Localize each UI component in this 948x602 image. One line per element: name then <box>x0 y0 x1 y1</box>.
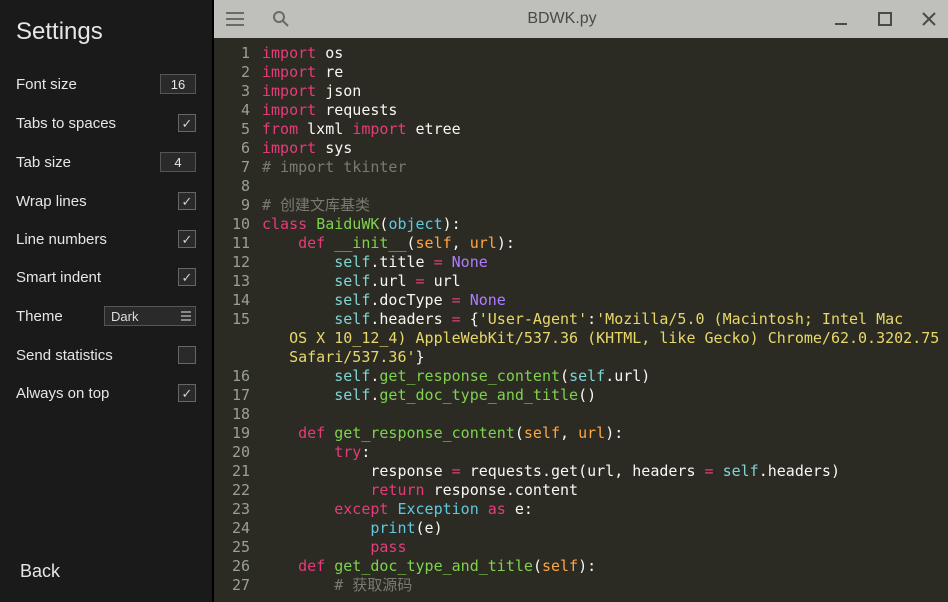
wrap-lines-checkbox[interactable] <box>178 192 196 210</box>
tabs-to-spaces-checkbox[interactable] <box>178 114 196 132</box>
code-content[interactable]: import osimport reimport jsonimport requ… <box>258 38 948 602</box>
search-icon[interactable] <box>272 10 290 28</box>
settings-sidebar: Settings Font size Tabs to spaces Tab si… <box>0 0 214 602</box>
maximize-icon[interactable] <box>878 12 892 26</box>
always-on-top-checkbox[interactable] <box>178 384 196 402</box>
filename-title: BDWK.py <box>290 10 834 28</box>
theme-select[interactable]: Dark <box>104 306 196 326</box>
font-size-input[interactable] <box>160 74 196 94</box>
theme-label: Theme <box>16 308 63 325</box>
tab-size-label: Tab size <box>16 154 71 171</box>
code-editor[interactable]: 123456789101112131415 161718192021222324… <box>214 38 948 602</box>
smart-indent-checkbox[interactable] <box>178 268 196 286</box>
line-numbers-checkbox[interactable] <box>178 230 196 248</box>
line-gutter: 123456789101112131415 161718192021222324… <box>214 38 258 602</box>
hamburger-icon[interactable] <box>226 12 244 26</box>
smart-indent-label: Smart indent <box>16 269 101 286</box>
titlebar: BDWK.py <box>214 0 948 38</box>
theme-value: Dark <box>111 309 138 324</box>
send-statistics-label: Send statistics <box>16 347 113 364</box>
minimize-icon[interactable] <box>834 12 848 26</box>
tab-size-input[interactable] <box>160 152 196 172</box>
back-button[interactable]: Back <box>20 561 60 582</box>
font-size-label: Font size <box>16 76 77 93</box>
menu-icon <box>181 311 191 321</box>
send-statistics-checkbox[interactable] <box>178 346 196 364</box>
always-on-top-label: Always on top <box>16 385 109 402</box>
tabs-to-spaces-label: Tabs to spaces <box>16 115 116 132</box>
main-area: BDWK.py 123456789101112131415 1617181920… <box>214 0 948 602</box>
settings-title: Settings <box>16 18 196 46</box>
line-numbers-label: Line numbers <box>16 231 107 248</box>
close-icon[interactable] <box>922 12 936 26</box>
wrap-lines-label: Wrap lines <box>16 193 87 210</box>
